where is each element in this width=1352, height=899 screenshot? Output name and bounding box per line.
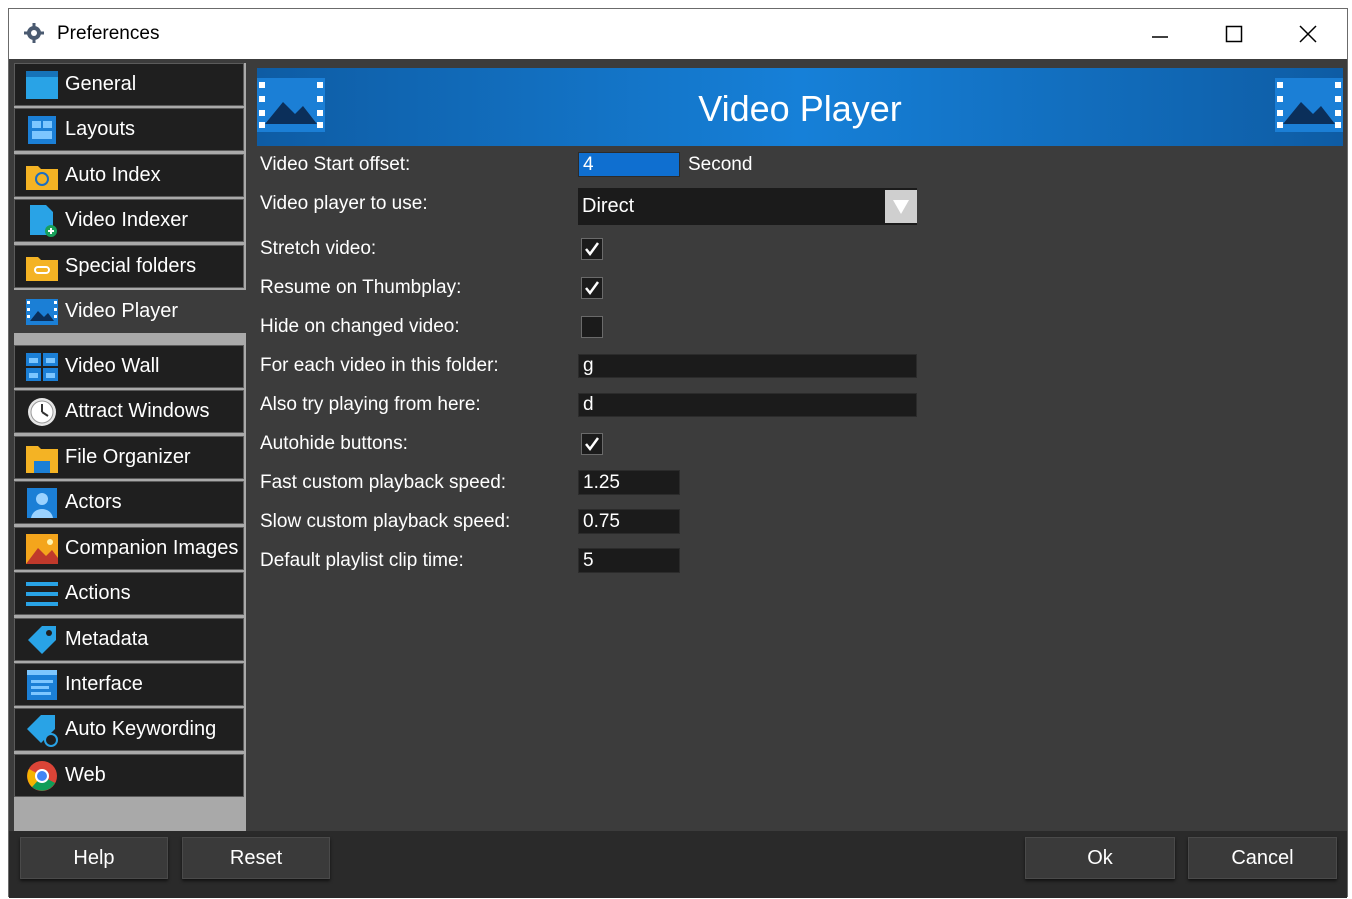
start-offset-unit: Second bbox=[688, 154, 753, 175]
section-title: Video Player bbox=[698, 88, 902, 129]
ok-button[interactable]: Ok bbox=[1025, 837, 1175, 879]
close-button[interactable] bbox=[1271, 9, 1345, 59]
sidebar-item-companion-images[interactable]: Companion Images bbox=[14, 527, 244, 570]
start-offset-label: Video Start offset: bbox=[260, 154, 411, 175]
player-label: Video player to use: bbox=[260, 193, 428, 214]
folder-sync-icon bbox=[25, 159, 59, 193]
sidebar-item-label: Companion Images bbox=[65, 537, 239, 559]
sidebar-item-actors[interactable]: Actors bbox=[14, 481, 244, 524]
maximize-icon bbox=[1225, 25, 1243, 43]
resume-label: Resume on Thumbplay: bbox=[260, 277, 462, 298]
stretch-label: Stretch video: bbox=[260, 238, 377, 259]
hide-changed-checkbox[interactable] bbox=[581, 316, 603, 338]
sidebar-item-interface[interactable]: Interface bbox=[14, 663, 244, 706]
sidebar-item-file-organizer[interactable]: File Organizer bbox=[14, 436, 244, 479]
image-icon bbox=[25, 532, 59, 566]
sidebar-item-label: Attract Windows bbox=[65, 400, 210, 422]
autohide-label: Autohide buttons: bbox=[260, 433, 408, 454]
clip-time-input[interactable]: 5 bbox=[578, 548, 680, 573]
checkmark-icon bbox=[585, 281, 600, 296]
sidebar-item-label: Actions bbox=[65, 582, 131, 604]
sidebar-item-metadata[interactable]: Metadata bbox=[14, 618, 244, 661]
fast-speed-label: Fast custom playback speed: bbox=[260, 472, 507, 493]
fast-speed-input[interactable]: 1.25 bbox=[578, 470, 680, 495]
person-icon bbox=[25, 486, 59, 520]
video-player-icon bbox=[1275, 78, 1343, 132]
checkmark-icon bbox=[585, 242, 600, 257]
player-select[interactable]: Direct bbox=[578, 188, 917, 225]
sidebar-item-video-indexer[interactable]: Video Indexer bbox=[14, 199, 244, 242]
sidebar-item-general[interactable]: General bbox=[14, 63, 244, 106]
sidebar: General Layouts Auto Index Video Indexer… bbox=[14, 63, 246, 831]
for-each-input[interactable]: g bbox=[578, 354, 917, 378]
help-button[interactable]: Help bbox=[20, 837, 168, 879]
gear-icon bbox=[24, 23, 44, 43]
hide-changed-label: Hide on changed video: bbox=[260, 316, 460, 337]
sidebar-item-attract-windows[interactable]: Attract Windows bbox=[14, 390, 244, 433]
sidebar-item-label: Actors bbox=[65, 491, 122, 513]
sidebar-item-auto-keywording[interactable]: Auto Keywording bbox=[14, 708, 244, 751]
sidebar-item-label: Layouts bbox=[65, 118, 136, 140]
sidebar-item-label: File Organizer bbox=[65, 446, 191, 468]
video-wall-icon bbox=[25, 350, 59, 384]
slow-speed-input[interactable]: 0.75 bbox=[578, 509, 680, 534]
player-select-value: Direct bbox=[582, 195, 635, 217]
list-icon bbox=[25, 577, 59, 611]
sidebar-item-label: Video Player bbox=[65, 300, 179, 322]
sidebar-item-label: Web bbox=[65, 764, 106, 786]
sidebar-item-label: Interface bbox=[65, 673, 143, 695]
chevron-down-icon[interactable] bbox=[885, 190, 917, 223]
layout-icon bbox=[25, 113, 59, 147]
window-title: Preferences bbox=[57, 23, 160, 44]
sidebar-item-video-player[interactable]: Video Player bbox=[14, 290, 246, 333]
title-bar: Preferences bbox=[9, 9, 1347, 59]
also-try-input[interactable]: d bbox=[578, 393, 917, 417]
close-icon bbox=[1299, 25, 1317, 43]
sidebar-item-web[interactable]: Web bbox=[14, 754, 244, 797]
clip-time-label: Default playlist clip time: bbox=[260, 550, 464, 571]
sidebar-item-video-wall[interactable]: Video Wall bbox=[14, 345, 244, 388]
section-banner: Video Player bbox=[257, 68, 1343, 146]
reset-button[interactable]: Reset bbox=[182, 837, 330, 879]
sidebar-item-label: Special folders bbox=[65, 255, 197, 277]
stretch-checkbox[interactable] bbox=[581, 238, 603, 260]
cancel-button[interactable]: Cancel bbox=[1188, 837, 1337, 879]
interface-icon bbox=[25, 668, 59, 702]
maximize-button[interactable] bbox=[1197, 9, 1271, 59]
video-player-icon bbox=[25, 295, 59, 329]
sidebar-item-layouts[interactable]: Layouts bbox=[14, 108, 244, 151]
clock-icon bbox=[25, 395, 59, 429]
slow-speed-label: Slow custom playback speed: bbox=[260, 511, 511, 532]
sidebar-item-special-folders[interactable]: Special folders bbox=[14, 245, 244, 288]
sidebar-item-auto-index[interactable]: Auto Index bbox=[14, 154, 244, 197]
for-each-label: For each video in this folder: bbox=[260, 355, 499, 376]
sidebar-item-label: Metadata bbox=[65, 628, 149, 650]
folder-link-icon bbox=[25, 250, 59, 284]
tag-icon bbox=[25, 623, 59, 657]
resume-checkbox[interactable] bbox=[581, 277, 603, 299]
sidebar-item-label: General bbox=[65, 73, 137, 95]
sidebar-item-label: Video Wall bbox=[65, 355, 160, 377]
sidebar-item-label: Auto Keywording bbox=[65, 718, 217, 740]
minimize-icon bbox=[1152, 36, 1168, 38]
tag-sync-icon bbox=[25, 713, 59, 747]
also-try-label: Also try playing from here: bbox=[260, 394, 481, 415]
minimize-button[interactable] bbox=[1123, 9, 1197, 59]
chrome-icon bbox=[25, 759, 59, 793]
file-add-icon bbox=[25, 204, 59, 238]
folder-icon bbox=[25, 441, 59, 475]
sidebar-item-actions[interactable]: Actions bbox=[14, 572, 244, 615]
sidebar-item-label: Video Indexer bbox=[65, 209, 189, 231]
window-icon bbox=[25, 68, 59, 102]
preferences-window: Preferences General Layouts Auto Index V… bbox=[8, 8, 1348, 898]
checkmark-icon bbox=[585, 437, 600, 452]
start-offset-input[interactable]: 4 bbox=[578, 152, 680, 177]
autohide-checkbox[interactable] bbox=[581, 433, 603, 455]
sidebar-item-label: Auto Index bbox=[65, 164, 161, 186]
